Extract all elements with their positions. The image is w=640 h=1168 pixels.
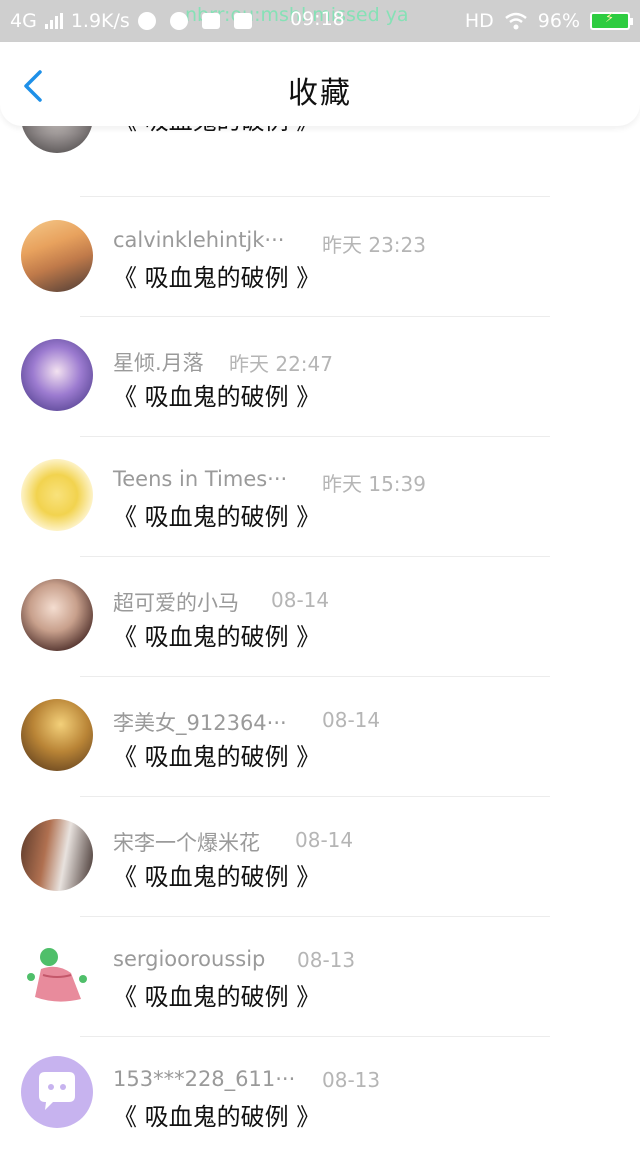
- timestamp: 昨天 23:23: [322, 233, 426, 257]
- check-circle-icon: [170, 12, 188, 30]
- username: Teens in Times···: [113, 467, 288, 491]
- username: 李美女_912364···: [113, 711, 287, 735]
- user-avatar[interactable]: [21, 699, 93, 771]
- battery-icon: ⚡: [590, 11, 633, 30]
- status-right: HD 96% ⚡: [464, 0, 633, 42]
- signal-icon: [44, 13, 63, 29]
- divider: [80, 916, 550, 917]
- list-item[interactable]: sergiooroussip 08-13 《 吸血鬼的破例 》: [0, 928, 640, 1048]
- favorite-title: 《 吸血鬼的破例 》: [113, 623, 321, 651]
- divider: [80, 1036, 550, 1037]
- divider: [80, 316, 550, 317]
- status-bar: 4G 1.9K/s nbrr:ou:mshl missed ya 09:18 H…: [0, 0, 640, 42]
- user-avatar[interactable]: [21, 819, 93, 891]
- timestamp: 08-13: [322, 1068, 381, 1092]
- timestamp: 昨天 22:47: [229, 352, 333, 376]
- app-notification-icon: [137, 12, 156, 30]
- user-avatar[interactable]: [21, 939, 93, 1011]
- user-avatar[interactable]: [21, 220, 93, 292]
- user-avatar[interactable]: [21, 579, 93, 651]
- list-item[interactable]: calvinklehintjk··· 昨天 23:23 《 吸血鬼的破例 》: [0, 208, 640, 328]
- divider: [80, 556, 550, 557]
- divider: [80, 436, 550, 437]
- character-icon: [27, 948, 87, 1002]
- header-bar: 收藏: [0, 42, 640, 126]
- timestamp: 08-14: [271, 588, 330, 612]
- status-center-icons: [170, 0, 252, 42]
- image-icon: [234, 13, 252, 29]
- username: calvinklehintjk···: [113, 228, 285, 252]
- timestamp: 08-14: [322, 708, 381, 732]
- favorite-title: 《 吸血鬼的破例 》: [113, 264, 321, 292]
- list-item[interactable]: 李美女_912364··· 08-14 《 吸血鬼的破例 》: [0, 688, 640, 808]
- status-time: 09:18: [290, 8, 345, 30]
- favorite-title: 《 吸血鬼的破例 》: [113, 743, 321, 771]
- page-title: 收藏: [288, 76, 352, 111]
- hd-indicator: HD: [464, 10, 494, 32]
- network-speed: 1.9K/s: [70, 10, 130, 32]
- timestamp: 08-13: [297, 948, 356, 972]
- favorite-title: 《 吸血鬼的破例 》: [113, 1103, 321, 1131]
- user-avatar[interactable]: [21, 459, 93, 531]
- timestamp: 昨天 15:39: [322, 472, 426, 496]
- divider: [80, 196, 550, 197]
- user-avatar[interactable]: [21, 339, 93, 411]
- divider: [80, 796, 550, 797]
- username: 星倾.月落: [113, 351, 204, 375]
- divider: [80, 676, 550, 677]
- favorite-title: 《 吸血鬼的破例 》: [113, 503, 321, 531]
- timestamp: 08-14: [295, 828, 354, 852]
- favorite-title: 《 吸血鬼的破例 》: [113, 983, 321, 1011]
- username: 超可爱的小马: [113, 591, 239, 615]
- favorite-title: 《 吸血鬼的破例 》: [113, 383, 321, 411]
- wifi-icon: [504, 12, 527, 30]
- message-icon: [202, 13, 220, 29]
- username: 宋李一个爆米花: [113, 831, 260, 855]
- status-left: 4G 1.9K/s: [10, 10, 156, 32]
- list-item[interactable]: 153***228_611··· 08-13 《 吸血鬼的破例 》: [0, 1048, 640, 1168]
- battery-percent: 96%: [537, 10, 580, 32]
- network-type: 4G: [10, 10, 37, 32]
- list-item[interactable]: 星倾.月落 昨天 22:47 《 吸血鬼的破例 》: [0, 328, 640, 448]
- username: sergiooroussip: [113, 947, 266, 971]
- username: 153***228_611···: [113, 1067, 296, 1091]
- list-item[interactable]: 超可爱的小马 08-14 《 吸血鬼的破例 》: [0, 568, 640, 688]
- list-item[interactable]: 宋李一个爆米花 08-14 《 吸血鬼的破例 》: [0, 808, 640, 928]
- chat-bubble-icon: [39, 1072, 75, 1110]
- favorite-title: 《 吸血鬼的破例 》: [113, 863, 321, 891]
- user-avatar[interactable]: [21, 1056, 93, 1128]
- list-item[interactable]: Teens in Times··· 昨天 15:39 《 吸血鬼的破例 》: [0, 448, 640, 568]
